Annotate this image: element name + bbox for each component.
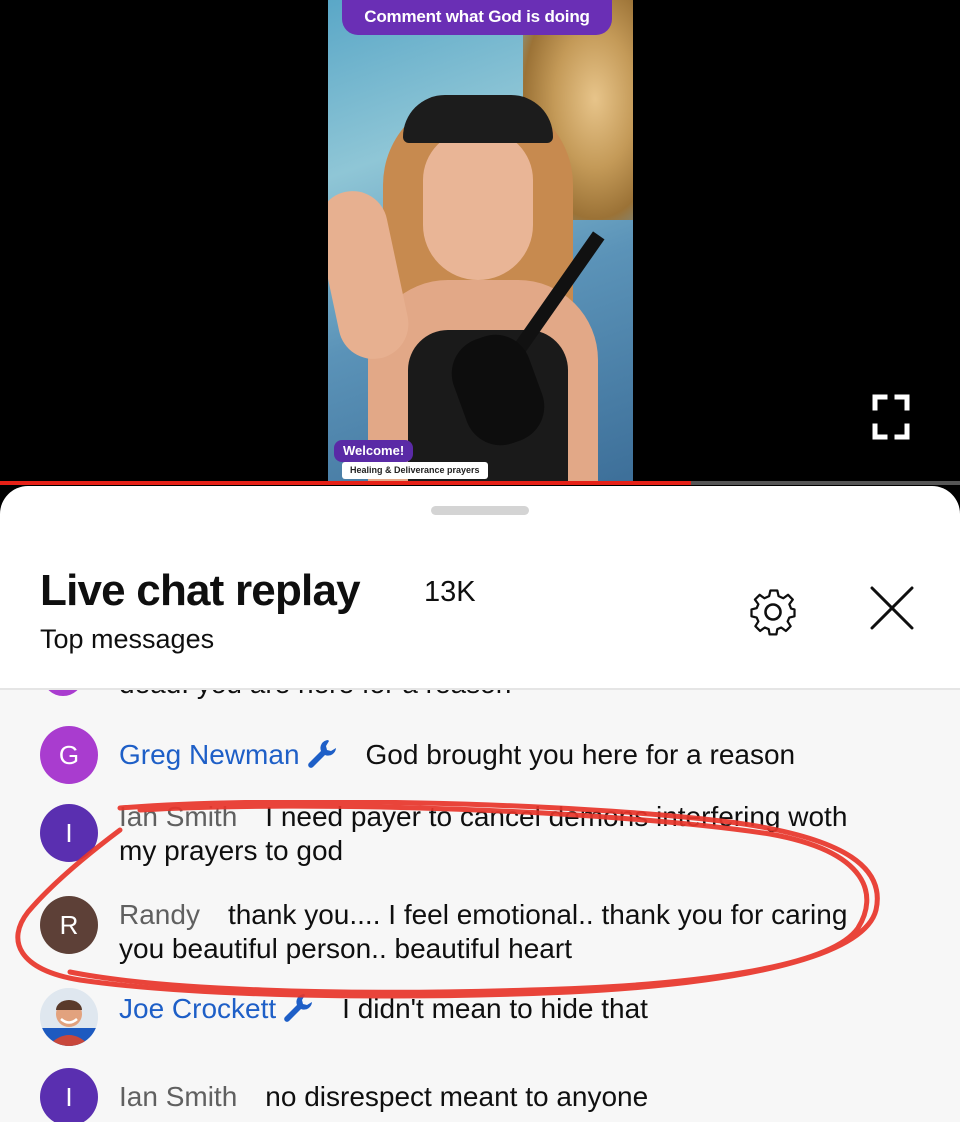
gear-icon[interactable] — [744, 586, 802, 638]
chat-count: 13K — [424, 576, 476, 608]
wrench-icon — [284, 994, 313, 1022]
live-chat-sheet: Live chat replay 13K Top messages dead. … — [0, 486, 960, 1122]
welcome-badge: Welcome! — [334, 440, 414, 462]
author-name[interactable]: Ian Smith — [119, 1081, 237, 1112]
video-progress-fill — [0, 481, 692, 485]
chat-message-body: Randy thank you.... I feel emotional.. th… — [119, 898, 879, 966]
chat-title: Live chat replay — [40, 566, 361, 615]
avatar — [44, 690, 82, 696]
video-progress-bar[interactable] — [0, 481, 960, 485]
top-banner: Comment what God is doing — [342, 0, 612, 35]
presenter-bandana — [403, 95, 553, 143]
message-text: no disrespect meant to anyone — [265, 1081, 649, 1112]
video-player[interactable]: Comment what God is doing Welcome! Heali… — [0, 0, 960, 485]
author-name[interactable]: Greg Newman — [119, 739, 300, 770]
avatar[interactable]: R — [40, 896, 98, 954]
chat-filter-label[interactable]: Top messages — [40, 624, 214, 655]
avatar[interactable]: I — [40, 1068, 98, 1122]
chat-message[interactable]: R Randy thank you.... I feel emotional.. … — [0, 890, 960, 964]
chat-message-body: Ian Smith no disrespect meant to anyone — [119, 1080, 879, 1114]
close-icon[interactable] — [862, 584, 922, 634]
avatar[interactable]: G — [40, 726, 98, 784]
chat-message[interactable]: Joe Crockett I didn't mean to hide that — [0, 988, 960, 1050]
author-name[interactable]: Ian Smith — [119, 801, 237, 832]
message-text: God brought you here for a reason — [365, 739, 796, 770]
chat-message-list[interactable]: dead. you are here for a reason G Greg N… — [0, 690, 960, 1122]
chat-message[interactable]: I Ian Smith I need payer to cancel demons… — [0, 800, 960, 874]
sheet-grabber[interactable] — [431, 506, 529, 515]
chat-message[interactable]: G Greg Newman God brought you here for a … — [0, 726, 960, 786]
presenter-face — [423, 130, 533, 280]
message-text: thank you.... I feel emotional.. thank y… — [119, 899, 848, 964]
partial-message-text: dead. you are here for a reason — [119, 690, 511, 700]
fullscreen-icon[interactable] — [872, 394, 910, 440]
video-frame — [328, 0, 633, 482]
chat-message-body: Ian Smith I need payer to cancel demons i… — [119, 800, 879, 868]
message-text: I didn't mean to hide that — [342, 993, 648, 1024]
author-name[interactable]: Joe Crockett — [119, 993, 276, 1024]
author-name[interactable]: Randy — [119, 899, 200, 930]
avatar[interactable] — [40, 988, 98, 1046]
avatar[interactable]: I — [40, 804, 98, 862]
chat-message-body: Joe Crockett I didn't mean to hide that — [119, 992, 879, 1026]
welcome-subtitle: Healing & Deliverance prayers — [342, 462, 488, 479]
wrench-icon — [307, 740, 336, 768]
chat-message-body: Greg Newman God brought you here for a re… — [119, 738, 879, 772]
chat-message[interactable]: I Ian Smith no disrespect meant to anyone — [0, 1068, 960, 1122]
